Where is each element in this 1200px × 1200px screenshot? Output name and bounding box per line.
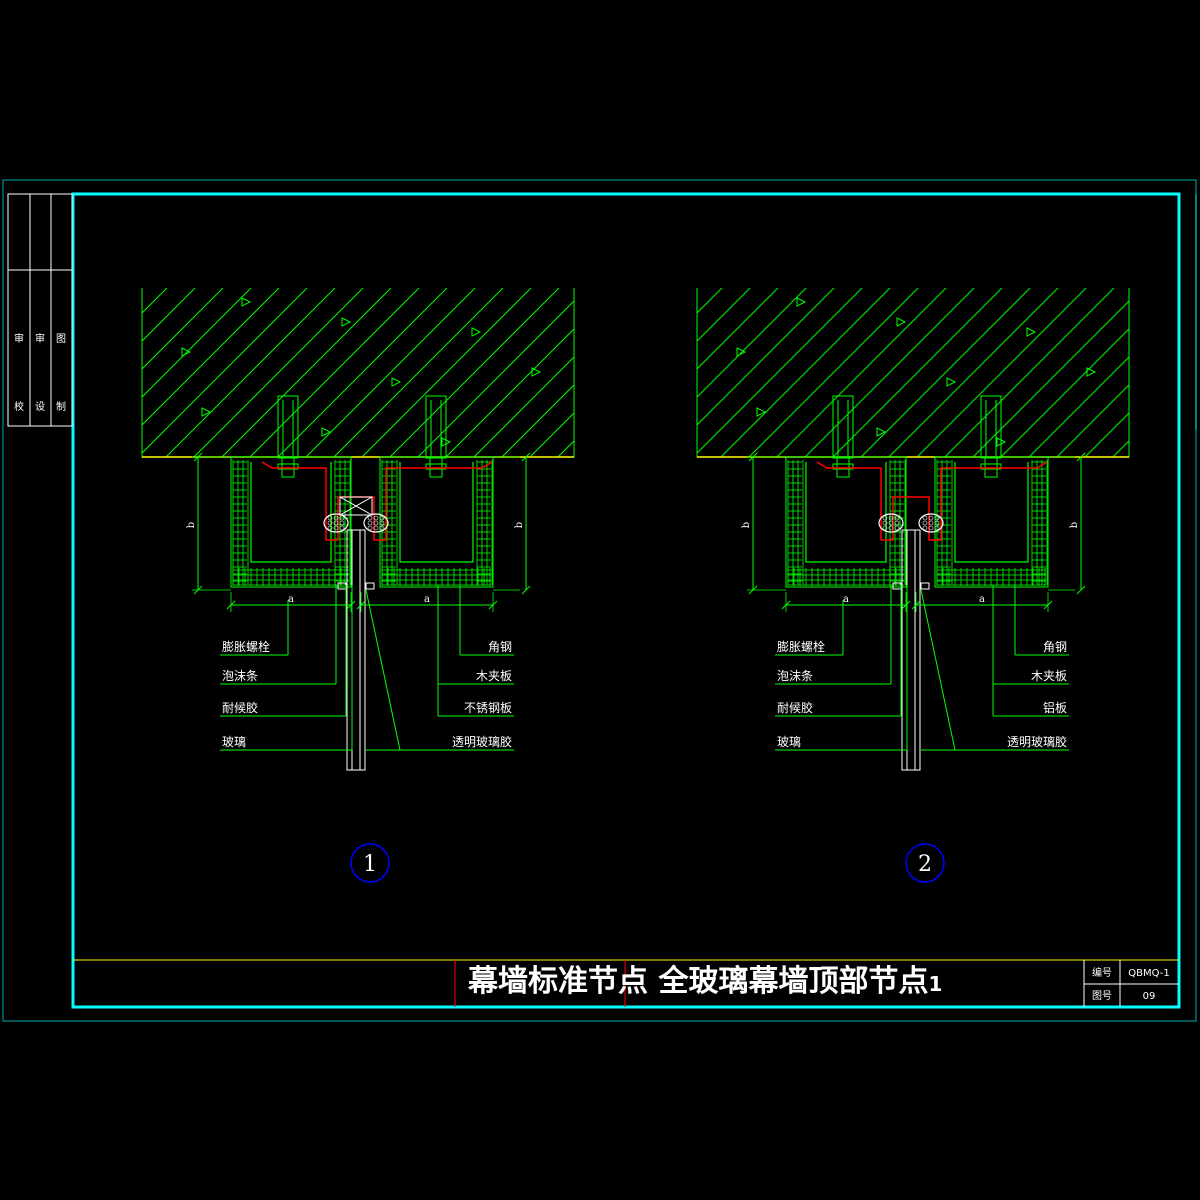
label-right-4: 透明玻璃胶 — [1007, 734, 1067, 749]
cad-drawing: 审 审 图 校 设 制 幕墙标准节点 全玻璃幕墙顶部节点1 编号 QBMQ-1 … — [0, 0, 1200, 1200]
label-left-2: 泡沫条 — [777, 669, 813, 683]
dim-a-label: a — [288, 594, 294, 605]
dim-b-label: b — [1069, 522, 1080, 528]
label-right-4: 透明玻璃胶 — [452, 734, 512, 749]
label-right-2: 木夹板 — [1031, 669, 1067, 683]
label-right-2: 木夹板 — [476, 669, 512, 683]
sign-top-3: 图 — [56, 333, 66, 345]
sign-bottom-3: 制 — [56, 400, 66, 413]
label-left-4: 玻璃 — [777, 735, 801, 749]
sheet-value: 09 — [1143, 991, 1156, 1002]
dim-b-label: b — [741, 522, 752, 528]
label-right-1: 角钢 — [1043, 640, 1067, 654]
label-left-1: 膨胀螺栓 — [777, 639, 825, 654]
label-left-3: 耐候胶 — [222, 700, 258, 715]
dim-b-label: b — [186, 522, 197, 528]
sign-bottom-2: 设 — [35, 401, 45, 413]
dim-a-label: a — [979, 594, 985, 605]
detail-number: 1 — [363, 852, 377, 877]
dim-a-label: a — [843, 594, 849, 605]
label-left-1: 膨胀螺栓 — [222, 639, 270, 654]
label-left-3: 耐候胶 — [777, 700, 813, 715]
code-value: QBMQ-1 — [1128, 968, 1169, 979]
label-right-3: 不锈钢板 — [464, 701, 512, 715]
drawing-title: 幕墙标准节点 全玻璃幕墙顶部节点1 — [467, 964, 942, 999]
label-right-3: 铝板 — [1043, 700, 1067, 715]
sign-bottom-1: 校 — [14, 400, 24, 413]
label-left-4: 玻璃 — [222, 735, 246, 749]
sign-top-2: 审 — [35, 332, 45, 345]
label-left-2: 泡沫条 — [222, 669, 258, 683]
detail-number: 2 — [918, 852, 932, 877]
label-right-1: 角钢 — [488, 640, 512, 654]
dim-b-label: b — [514, 522, 525, 528]
sign-top-1: 审 — [14, 332, 24, 345]
dim-a-label: a — [424, 594, 430, 605]
code-label: 编号 — [1092, 966, 1112, 979]
sheet-label: 图号 — [1092, 990, 1112, 1002]
